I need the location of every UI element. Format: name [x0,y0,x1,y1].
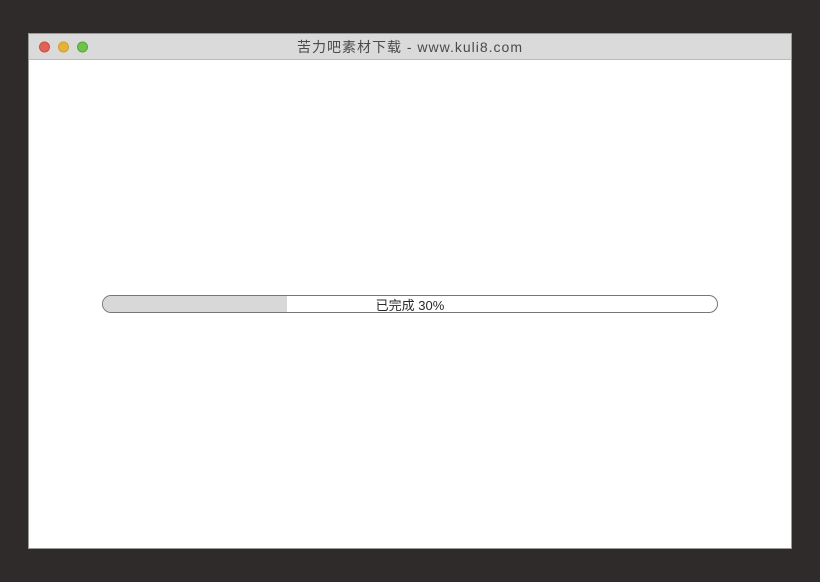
window-controls [39,41,88,52]
progress-label: 已完成 30% [103,296,717,312]
app-window: 苦力吧素材下载 - www.kuli8.com 已完成 30% [28,33,792,549]
window-title: 苦力吧素材下载 - www.kuli8.com [29,37,791,57]
progress-container: 已完成 30% [102,295,718,313]
titlebar: 苦力吧素材下载 - www.kuli8.com [29,34,791,60]
window-content: 已完成 30% [29,60,791,548]
minimize-icon[interactable] [58,41,69,52]
maximize-icon[interactable] [77,41,88,52]
progress-bar: 已完成 30% [102,295,718,313]
close-icon[interactable] [39,41,50,52]
